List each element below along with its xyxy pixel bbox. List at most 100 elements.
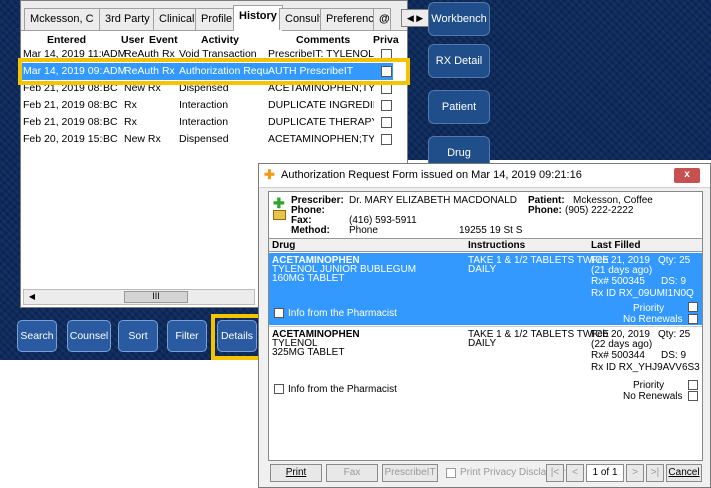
- drug-line3: 160MG TABLET: [272, 273, 345, 284]
- priority-checkbox[interactable]: [688, 302, 698, 312]
- rx-id: Rx ID RX_YHJ9AVV6S3: [591, 362, 700, 373]
- next-page-button[interactable]: >: [626, 464, 644, 482]
- drug-instructions2: DAILY: [468, 264, 497, 275]
- pharmacist-info-checkbox[interactable]: [274, 308, 284, 318]
- rx-number: Rx# 500344: [591, 350, 645, 361]
- dialog-title: Authorization Request Form issued on Mar…: [281, 169, 582, 181]
- privacy-checkbox[interactable]: [381, 134, 392, 145]
- fax-button[interactable]: Fax: [326, 464, 378, 482]
- col-event[interactable]: Event: [149, 34, 178, 46]
- workbench-button[interactable]: Workbench: [428, 2, 490, 36]
- history-row[interactable]: Feb 21, 2019 08:52 BC Rx Interaction DUP…: [21, 114, 393, 131]
- drug-instructions2: DAILY: [468, 338, 497, 349]
- rx-number: Rx# 500345: [591, 276, 645, 287]
- print-button[interactable]: Print: [270, 464, 322, 482]
- no-renewals-label: No Renewals: [623, 314, 683, 325]
- cell-activity: Dispensed: [179, 133, 229, 145]
- cell-entered: Feb 21, 2019 08:52: [23, 99, 103, 111]
- details-button-highlight: [211, 314, 263, 360]
- drug-line3: 325MG TABLET: [272, 347, 345, 358]
- col-instructions: Instructions: [468, 240, 526, 251]
- qty-value: Qty: 25: [658, 255, 691, 266]
- col-privacy[interactable]: Priva: [373, 34, 399, 46]
- page-indicator: 1 of 1: [586, 464, 624, 482]
- cell-activity: Interaction: [179, 116, 229, 128]
- cell-comments: ACETAMINOPHEN;TYLENOL: [268, 133, 374, 145]
- col-activity[interactable]: Activity: [201, 34, 239, 46]
- cell-event: Rx: [124, 99, 137, 111]
- days-supply: DS: 9: [661, 350, 687, 361]
- dialog-body: ✚ Prescriber: Dr. MARY ELIZABETH MACDONA…: [268, 191, 703, 461]
- dialog-footer: Print Fax PrescribeIT Print Privacy Disc…: [268, 462, 703, 486]
- scroll-thumb[interactable]: III: [124, 291, 188, 303]
- privacy-checkbox[interactable]: [381, 117, 392, 128]
- tab-bar: Mckesson, C 3rd Party Clinical Profile H…: [21, 1, 429, 31]
- days-ago: (21 days ago): [591, 265, 653, 276]
- col-user[interactable]: User: [121, 34, 144, 46]
- drug-row[interactable]: ACETAMINOPHEN TYLENOL 325MG TABLET TAKE …: [269, 326, 702, 406]
- cell-entered: Feb 20, 2019 15:00: [23, 133, 103, 145]
- drug-row-selected[interactable]: ACETAMINOPHEN TYLENOL JUNIOR BUBLEGUM 16…: [269, 253, 702, 325]
- cell-user: BC: [103, 133, 118, 145]
- filter-button[interactable]: Filter: [167, 320, 207, 352]
- cell-user: BC: [103, 99, 118, 111]
- tab-scroll-arrows[interactable]: ◀ ▶: [401, 9, 429, 27]
- priority-label: Priority: [633, 380, 665, 391]
- col-comments[interactable]: Comments: [296, 34, 350, 46]
- cell-comments: DUPLICATE INGREDIENT:acetar: [268, 99, 374, 111]
- no-renewals-label: No Renewals: [623, 391, 683, 402]
- tab-3rd-party[interactable]: 3rd Party: [99, 8, 156, 30]
- selected-row-highlight: [18, 58, 410, 85]
- prescriber-info: ✚ Prescriber: Dr. MARY ELIZABETH MACDONA…: [269, 192, 702, 238]
- history-row[interactable]: Feb 20, 2019 15:00 BC New Rx Dispensed A…: [21, 131, 393, 148]
- privacy-disclaimer-checkbox[interactable]: [446, 468, 456, 478]
- pharmacist-info-label: Info from the Pharmacist: [288, 308, 397, 319]
- patient-phone-value: (905) 222-2222: [565, 205, 634, 216]
- rx-id: Rx ID RX_09UMI1N0Q: [591, 288, 694, 299]
- folder-icon: [273, 210, 286, 220]
- sort-button[interactable]: Sort: [118, 320, 158, 352]
- no-renewals-checkbox[interactable]: [688, 314, 698, 324]
- authorization-dialog: ✚ Authorization Request Form issued on M…: [258, 163, 711, 488]
- plus-icon: ✚: [264, 167, 275, 182]
- pharmacist-info-checkbox[interactable]: [274, 384, 284, 394]
- close-button[interactable]: x: [674, 168, 700, 183]
- patient-phone-label: Phone:: [528, 205, 562, 216]
- paperclip-icon[interactable]: @: [373, 8, 391, 30]
- tab-clinical[interactable]: Clinical: [153, 8, 201, 30]
- qty-value: Qty: 25: [658, 329, 691, 340]
- cell-comments: DUPLICATE THERAPY:acetamin: [268, 116, 374, 128]
- search-button[interactable]: Search: [17, 320, 57, 352]
- tab-profile[interactable]: Profile: [195, 8, 239, 30]
- col-entered[interactable]: Entered: [47, 34, 86, 46]
- no-renewals-checkbox[interactable]: [688, 391, 698, 401]
- cell-event: Rx: [124, 116, 137, 128]
- tab-patient-name[interactable]: Mckesson, C: [24, 8, 100, 30]
- prev-page-button[interactable]: <: [566, 464, 584, 482]
- cell-entered: Feb 21, 2019 08:52: [23, 116, 103, 128]
- cell-event: New Rx: [124, 133, 161, 145]
- priority-checkbox[interactable]: [688, 380, 698, 390]
- first-page-button[interactable]: |<: [546, 464, 564, 482]
- method-label: Method:: [291, 225, 330, 236]
- col-last-filled: Last Filled: [591, 240, 641, 251]
- patient-button[interactable]: Patient: [428, 90, 490, 124]
- privacy-checkbox[interactable]: [381, 100, 392, 111]
- cancel-button[interactable]: Cancel: [666, 464, 702, 482]
- pharmacist-info-label: Info from the Pharmacist: [288, 384, 397, 395]
- horizontal-scrollbar[interactable]: ◀ III: [23, 289, 255, 305]
- method-value: Phone: [349, 225, 378, 236]
- scroll-left-icon[interactable]: ◀: [25, 291, 39, 303]
- history-row[interactable]: Feb 21, 2019 08:52 BC Rx Interaction DUP…: [21, 97, 393, 114]
- counsel-button[interactable]: Counsel: [67, 320, 111, 352]
- cell-user: BC: [103, 116, 118, 128]
- tab-history[interactable]: History: [233, 5, 283, 31]
- last-page-button[interactable]: >|: [646, 464, 664, 482]
- days-ago: (22 days ago): [591, 339, 653, 350]
- prescribeit-button[interactable]: PrescribeIT: [382, 464, 438, 482]
- cell-activity: Interaction: [179, 99, 229, 111]
- drug-table-header: Drug Instructions Last Filled: [269, 238, 702, 252]
- dialog-titlebar: ✚ Authorization Request Form issued on M…: [259, 164, 710, 188]
- rx-detail-button[interactable]: RX Detail: [428, 44, 490, 78]
- col-drug: Drug: [272, 240, 296, 251]
